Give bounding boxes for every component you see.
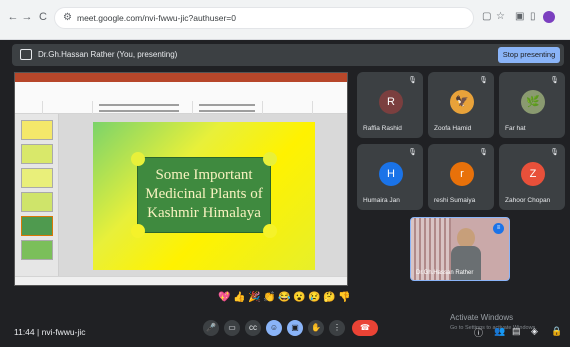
ppt-title-bar — [15, 73, 347, 82]
activate-windows-title: Activate Windows — [450, 313, 514, 322]
laugh-reaction-icon[interactable]: 😂 — [278, 292, 290, 304]
cast-icon[interactable]: ▢ — [482, 11, 491, 22]
participant-name: Zahoor Chopan — [505, 197, 551, 204]
mic-off-icon: 🎙 — [550, 149, 559, 156]
slide-thumbnails — [15, 114, 59, 278]
self-name: Dr.Gh.Hassan Rather — [416, 270, 474, 276]
sad-reaction-icon[interactable]: 😢 — [308, 292, 320, 304]
presenter-label: Dr.Gh.Hassan Rather (You, presenting) — [38, 50, 178, 59]
clock-time: 11:44 — [14, 327, 35, 337]
ppt-ribbon — [15, 82, 347, 121]
slide-thumbnail[interactable] — [21, 168, 53, 188]
banner-corner — [131, 224, 145, 238]
avatar: R — [379, 90, 403, 114]
shared-screen: ▪ So — [14, 72, 348, 286]
participant-name: Far hat — [505, 125, 526, 132]
slide-editor: Some Important Medicinal Plants of Kashm… — [59, 114, 347, 278]
thumbs-down-reaction-icon[interactable]: 👎 — [338, 292, 350, 304]
reload-icon[interactable]: C — [36, 10, 50, 24]
address-bar[interactable]: ⚙ meet.google.com/nvi-fwwu-jic?authuser=… — [54, 7, 474, 29]
mic-off-icon: 🎙 — [479, 77, 488, 84]
reactions-button[interactable]: ☺ — [266, 320, 282, 336]
meeting-code: nvi-fwwu-jic — [41, 327, 86, 337]
presenting-bar: Dr.Gh.Hassan Rather (You, presenting) St… — [12, 44, 564, 66]
star-icon[interactable]: ☆ — [496, 11, 505, 22]
slide-title-line: Some Important — [155, 167, 253, 183]
slide-thumbnail[interactable] — [21, 144, 53, 164]
profile-avatar[interactable] — [543, 11, 555, 23]
activities-icon[interactable]: ◈ — [531, 326, 538, 337]
heart-reaction-icon[interactable]: 💖 — [218, 292, 230, 304]
mic-off-icon: 🎙 — [408, 77, 417, 84]
thumbs-up-reaction-icon[interactable]: 👍 — [233, 292, 245, 304]
participant-tile[interactable]: 🎙 R Raffia Rashid — [357, 72, 423, 138]
forward-icon[interactable]: → — [20, 10, 34, 24]
more-options-button[interactable]: ⋮ — [329, 320, 345, 336]
raise-hand-button[interactable]: ✋ — [308, 320, 324, 336]
ribbon-row — [99, 104, 179, 106]
participant-tile[interactable]: 🎙 🦅 Zoofa Hamid — [428, 72, 494, 138]
avatar: H — [379, 162, 403, 186]
captions-button[interactable]: cc — [245, 320, 261, 336]
avatar: r — [450, 162, 474, 186]
avatar-image: 🌿 — [521, 90, 545, 114]
thinking-reaction-icon[interactable]: 🤔 — [323, 292, 335, 304]
banner-corner — [263, 224, 277, 238]
participant-name: Raffia Rashid — [363, 125, 402, 132]
clap-reaction-icon[interactable]: 👏 — [263, 292, 275, 304]
camera-button[interactable]: ▭ — [224, 320, 240, 336]
stop-presenting-button[interactable]: Stop presenting — [498, 47, 560, 63]
back-icon[interactable]: ← — [6, 10, 20, 24]
sidebar-icon[interactable]: ▯ — [530, 11, 536, 22]
participant-tile[interactable]: 🎙 r reshi Sumaiya — [428, 144, 494, 210]
url-text: meet.google.com/nvi-fwwu-jic?authuser=0 — [77, 13, 236, 23]
present-screen-icon — [20, 49, 32, 60]
person-head — [457, 228, 475, 248]
ribbon-row — [199, 110, 255, 112]
chat-icon[interactable]: ▤ — [512, 326, 521, 337]
slide-thumbnail-active[interactable] — [21, 216, 53, 236]
host-controls-icon[interactable]: 🔒 — [551, 326, 562, 337]
info-icon[interactable]: ⓘ — [474, 326, 483, 339]
extensions-icon[interactable]: ▣ — [515, 11, 524, 22]
slide-title-line: Medicinal Plants of — [145, 186, 263, 202]
participant-tile[interactable]: 🎙 H Humaira Jan — [357, 144, 423, 210]
site-info-icon[interactable]: ⚙ — [63, 12, 72, 23]
participant-name: reshi Sumaiya — [434, 197, 476, 204]
mic-off-icon: 🎙 — [479, 149, 488, 156]
present-button[interactable]: ▣ — [287, 320, 303, 336]
ppt-status-bar — [15, 276, 347, 285]
slide-thumbnail[interactable] — [21, 240, 53, 260]
current-slide: Some Important Medicinal Plants of Kashm… — [93, 122, 315, 270]
meet-window: Dr.Gh.Hassan Rather (You, presenting) St… — [0, 40, 570, 347]
participant-tile[interactable]: 🎙 🌿 Far hat — [499, 72, 565, 138]
mic-off-icon: 🎙 — [550, 77, 559, 84]
slide-title-line: Kashmir Himalaya — [147, 205, 261, 221]
speaking-icon: ≡ — [493, 223, 504, 234]
slide-thumbnail[interactable] — [21, 192, 53, 212]
participant-name: Zoofa Hamid — [434, 125, 472, 132]
avatar: Z — [521, 162, 545, 186]
slide-thumbnail[interactable] — [21, 120, 53, 140]
slide-title-banner: Some Important Medicinal Plants of Kashm… — [131, 152, 277, 238]
self-video-tile[interactable]: ≡ Dr.Gh.Hassan Rather — [410, 217, 510, 281]
participant-name: Humaira Jan — [363, 197, 400, 204]
party-reaction-icon[interactable]: 🎉 — [248, 292, 260, 304]
mic-button[interactable]: 🎤 — [203, 320, 219, 336]
surprised-reaction-icon[interactable]: 😮 — [293, 292, 305, 304]
browser-toolbar: ← → C ⚙ meet.google.com/nvi-fwwu-jic?aut… — [0, 0, 570, 40]
meeting-info: 11:44 | nvi-fwwu-jic — [14, 327, 86, 337]
leave-call-button[interactable]: ☎ — [352, 320, 378, 336]
avatar-image: 🦅 — [450, 90, 474, 114]
participant-tile[interactable]: 🎙 Z Zahoor Chopan — [499, 144, 565, 210]
people-icon[interactable]: 👥 — [494, 326, 505, 337]
mic-off-icon: 🎙 — [408, 149, 417, 156]
ribbon-row — [199, 104, 255, 106]
slide-title: Some Important Medicinal Plants of Kashm… — [138, 166, 270, 223]
ribbon-row — [99, 110, 179, 112]
